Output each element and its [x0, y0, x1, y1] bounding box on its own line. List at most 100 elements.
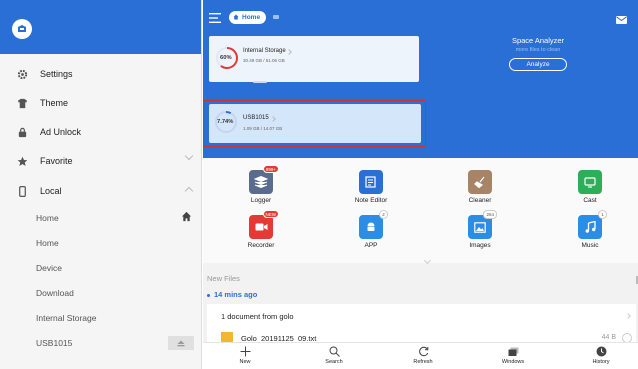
logger-icon: 999+	[249, 165, 279, 194]
card-page-indicator	[253, 81, 267, 83]
group-title: 1 document from golo	[221, 312, 294, 321]
header-area: Home 60% Internal Storage 30.49 GB / 51.…	[203, 0, 638, 158]
toolbar-label: New	[239, 359, 251, 365]
drawer-item-label: Theme	[40, 98, 69, 108]
menu-icon[interactable]	[209, 10, 221, 28]
badge-count: 2	[379, 210, 388, 219]
selection-highlight	[203, 100, 426, 147]
local-item-label: USB1015	[36, 338, 73, 348]
breadcrumb-more-icon	[273, 15, 279, 19]
chevron-right-icon	[625, 313, 631, 319]
tile-label: Cast	[583, 197, 597, 204]
app-window: Settings Theme Ad Unlock Favorite Local …	[0, 0, 638, 369]
analyzer-title: Space Analyzer	[511, 36, 565, 45]
android-icon: 2	[359, 210, 388, 239]
tile-cleaner[interactable]: Cleaner	[440, 170, 520, 204]
storage-usage: 30.49 GB / 51.06 GB	[243, 58, 285, 63]
file-size: 44 B	[601, 334, 616, 341]
new-button[interactable]: New	[215, 345, 275, 365]
gear-icon	[14, 66, 30, 82]
drawer-header	[0, 0, 201, 54]
note-editor-icon	[359, 170, 383, 194]
chevron-up-icon	[184, 186, 194, 196]
chevron-right-icon	[286, 49, 292, 55]
search-button[interactable]: Search	[304, 345, 364, 365]
storage-percent: 60%	[220, 55, 232, 61]
video-recorder-icon: NEW	[249, 210, 279, 239]
mail-icon[interactable]	[616, 11, 627, 29]
drawer-item-settings[interactable]: Settings	[0, 59, 201, 89]
toolbar-label: Refresh	[413, 359, 433, 365]
tile-images[interactable]: 264 Images	[440, 210, 520, 249]
cast-icon	[578, 170, 602, 194]
tile-label: Images	[469, 242, 491, 249]
tile-label: Recorder	[247, 242, 275, 249]
toolbar-label: History	[592, 359, 610, 365]
toolbar-label: Windows	[501, 359, 525, 365]
tile-label: Music	[581, 242, 599, 249]
tile-note-editor[interactable]: Note Editor	[331, 170, 411, 204]
bottom-toolbar: New Search Refresh Windows History	[203, 342, 638, 369]
home-icon	[181, 211, 192, 224]
local-item-label: Home	[36, 238, 59, 248]
tile-label: Cleaner	[468, 197, 492, 204]
analyzer-subtitle: more files to clean	[515, 47, 561, 53]
phone-icon	[14, 183, 30, 199]
time-group: 14 mins ago	[207, 290, 257, 299]
drawer-item-label: Settings	[40, 69, 73, 79]
eject-button[interactable]	[168, 336, 194, 350]
breadcrumb-label: Home	[242, 14, 261, 21]
tools-grid: 999+ Logger Note Editor Cleaner Cast NEW…	[203, 158, 638, 265]
app-logo-icon	[12, 19, 32, 39]
home-icon	[233, 14, 239, 22]
tile-label: Logger	[250, 197, 272, 204]
drawer-item-label: Favorite	[40, 156, 73, 166]
image-icon: 264	[468, 210, 497, 239]
tile-app[interactable]: 2 APP	[331, 210, 411, 249]
drawer-item-ad-unlock[interactable]: Ad Unlock	[0, 117, 201, 147]
lock-icon	[14, 124, 30, 140]
local-item-label: Internal Storage	[36, 313, 97, 323]
analyze-button[interactable]: Analyze	[509, 58, 567, 71]
badge-count: 1	[598, 210, 607, 219]
broom-icon	[468, 170, 492, 194]
drawer-item-favorite[interactable]: Favorite	[0, 146, 201, 176]
drawer-item-label: Ad Unlock	[40, 127, 82, 137]
tile-music[interactable]: 1 Music	[550, 210, 630, 249]
windows-button[interactable]: Windows	[483, 345, 543, 365]
drawer-item-local[interactable]: Local	[0, 176, 201, 206]
storage-name: Internal Storage	[243, 48, 286, 54]
windows-icon	[483, 345, 543, 358]
local-item-label: Home	[36, 213, 59, 223]
navigation-drawer: Settings Theme Ad Unlock Favorite Local …	[0, 0, 202, 369]
time-label: 14 mins ago	[214, 290, 258, 299]
chevron-down-icon	[184, 151, 194, 161]
chevron-down-icon[interactable]	[423, 256, 432, 265]
badge-count: 264	[483, 210, 497, 219]
drawer-item-theme[interactable]: Theme	[0, 88, 201, 118]
internal-storage-card[interactable]: 60% Internal Storage 30.49 GB / 51.06 GB	[209, 36, 419, 82]
tile-cast[interactable]: Cast	[550, 170, 630, 204]
tile-logger[interactable]: 999+ Logger	[221, 165, 301, 204]
history-clock-icon	[571, 345, 631, 358]
local-item-label: Device	[36, 263, 62, 273]
history-button[interactable]: History	[571, 345, 631, 365]
music-note-icon: 1	[578, 210, 607, 239]
local-item-label: Download	[36, 288, 74, 298]
breadcrumb-home[interactable]: Home	[229, 11, 267, 24]
tile-label: APP	[364, 242, 378, 249]
search-icon	[304, 345, 364, 358]
main-panel: Home 60% Internal Storage 30.49 GB / 51.…	[203, 0, 638, 369]
refresh-button[interactable]: Refresh	[393, 345, 453, 365]
badge-count: 999+	[262, 165, 279, 173]
bullet-icon	[207, 293, 210, 297]
plus-icon	[215, 345, 275, 358]
tile-label: Note Editor	[354, 197, 388, 204]
refresh-icon	[393, 345, 453, 358]
toolbar-label: Search	[325, 359, 343, 365]
tile-recorder[interactable]: NEW Recorder	[221, 210, 301, 249]
local-item-usb[interactable]: USB1015	[0, 328, 201, 358]
space-analyzer: Space Analyzer more files to clean Analy…	[503, 36, 573, 71]
eject-icon	[177, 340, 185, 346]
shirt-icon	[14, 95, 30, 111]
